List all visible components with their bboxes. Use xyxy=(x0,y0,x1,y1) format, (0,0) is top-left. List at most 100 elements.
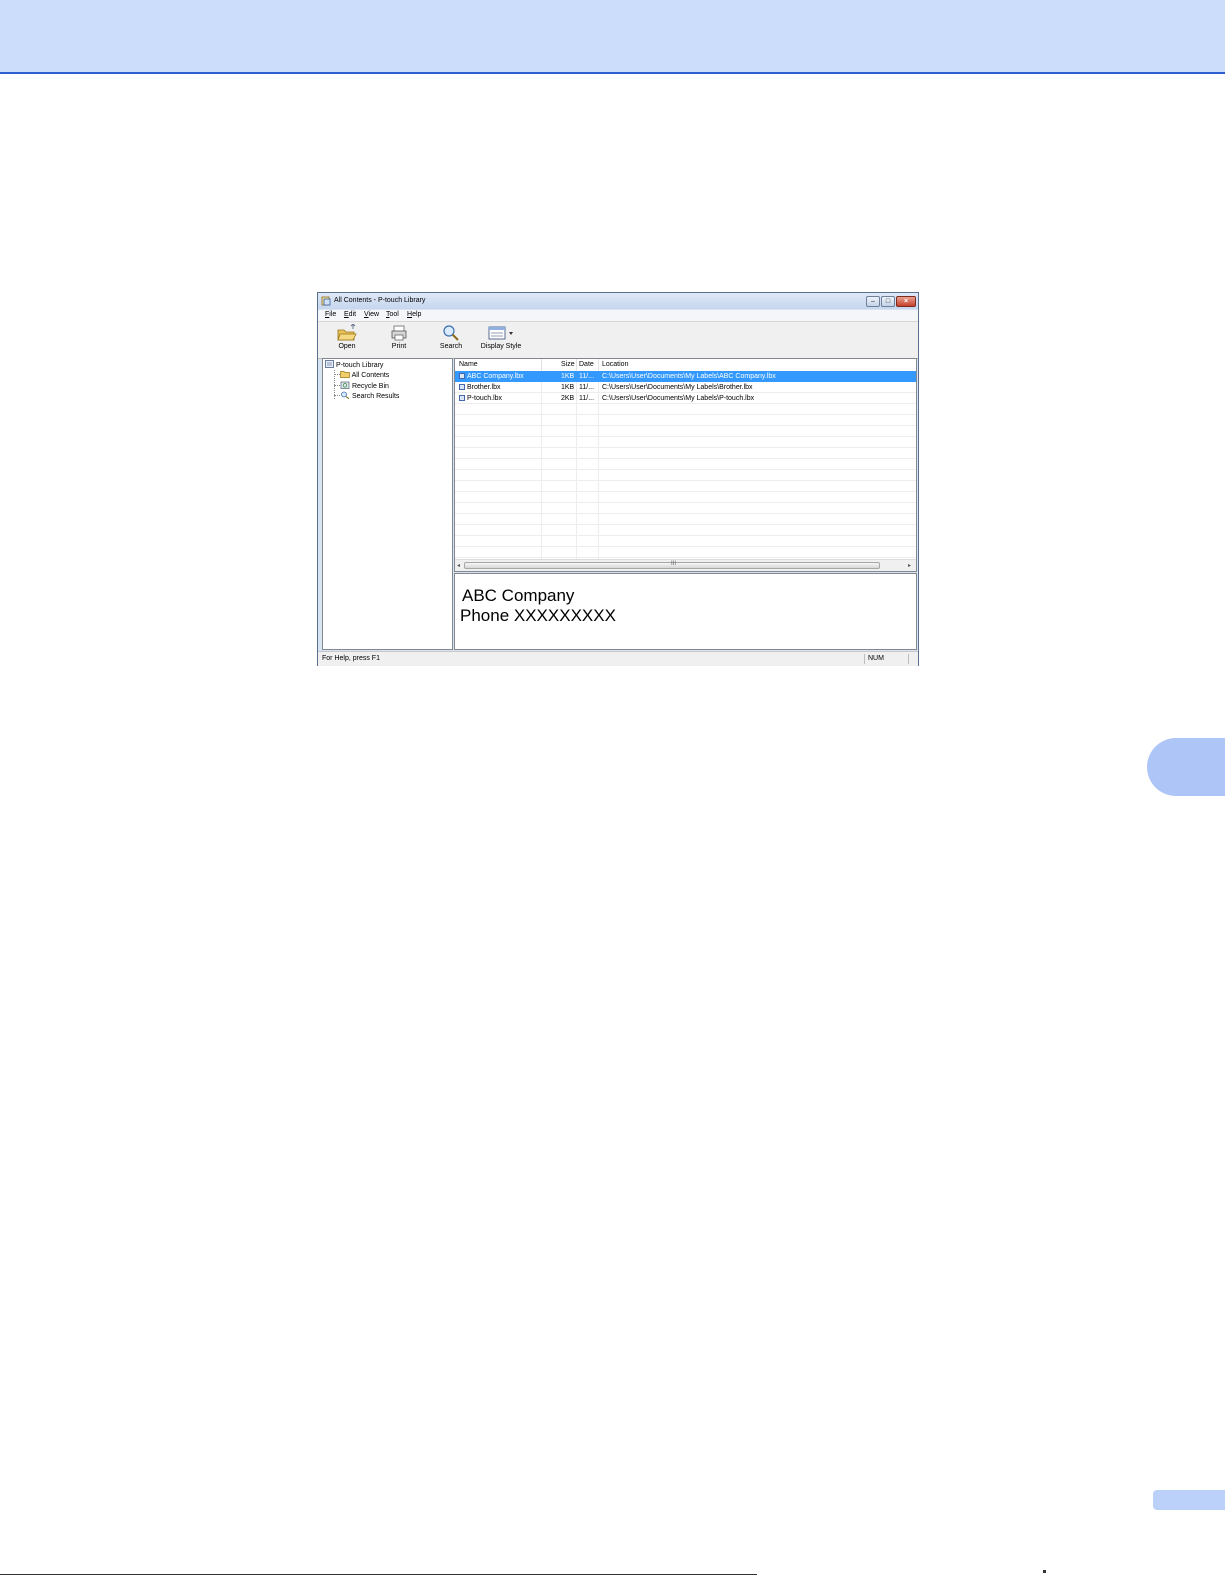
recycle-bin-icon xyxy=(340,381,350,389)
open-folder-icon xyxy=(337,324,357,341)
grid-line xyxy=(455,414,916,415)
cell-location: C:\Users\User\Documents\My Labels\P-touc… xyxy=(602,395,755,402)
title-bar[interactable]: All Contents - P-touch Library – □ × xyxy=(318,293,918,309)
grid-line xyxy=(455,469,916,470)
tree-item-label: All Contents xyxy=(351,372,390,379)
search-icon xyxy=(341,391,350,400)
page-header-band xyxy=(0,0,1225,74)
menu-view[interactable]: View xyxy=(364,311,379,318)
maximize-button[interactable]: □ xyxy=(881,296,895,307)
preview-line-1: ABC Company xyxy=(462,586,575,605)
window-title: All Contents - P-touch Library xyxy=(334,297,426,304)
grid-line xyxy=(455,513,916,514)
label-preview: ABC Company Phone XXXXXXXXX xyxy=(454,573,917,650)
scroll-grip: III xyxy=(671,561,677,567)
grid-line xyxy=(455,502,916,503)
file-list: Name Size Date Location ABC Company.lbx … xyxy=(454,358,917,572)
cell-name: ABC Company.lbx xyxy=(467,373,524,380)
toolbar: Open Print Search Display Style xyxy=(318,321,918,359)
menu-edit[interactable]: Edit xyxy=(344,311,356,318)
footer-rule xyxy=(0,1574,757,1575)
close-icon: × xyxy=(903,298,909,305)
cell-size: 2KB xyxy=(561,395,575,402)
column-header-name[interactable]: Name xyxy=(459,359,478,370)
grid-line xyxy=(455,480,916,481)
cell-date: 11/... xyxy=(579,395,595,402)
grid-line xyxy=(455,458,916,459)
table-row[interactable]: ABC Company.lbx 1KB 11/... C:\Users\User… xyxy=(455,371,916,382)
column-header-location[interactable]: Location xyxy=(602,359,628,370)
grid-line xyxy=(455,491,916,492)
dropdown-arrow-icon xyxy=(509,332,513,335)
open-label: Open xyxy=(338,343,356,350)
status-help-text: For Help, press F1 xyxy=(322,655,380,662)
resize-grip[interactable] xyxy=(908,654,917,664)
tree-item-recycle-bin[interactable]: Recycle Bin xyxy=(340,381,389,390)
footer-mark xyxy=(1043,1570,1046,1573)
scroll-left-icon[interactable]: ◂ xyxy=(457,562,460,569)
printer-icon xyxy=(391,325,407,341)
tree-root-label: P-touch Library xyxy=(335,362,384,369)
print-label: Print xyxy=(391,343,407,350)
tree-item-search-results[interactable]: Search Results xyxy=(340,391,399,400)
search-label: Search xyxy=(439,343,463,350)
cell-date: 11/... xyxy=(579,373,595,380)
cell-location: C:\Users\User\Documents\My Labels\Brothe… xyxy=(602,384,753,391)
search-icon xyxy=(443,325,459,341)
menu-tool[interactable]: Tool xyxy=(386,311,399,318)
chapter-side-tab xyxy=(1147,738,1225,796)
num-lock-indicator: NUM xyxy=(864,654,912,664)
cell-date: 11/... xyxy=(579,384,595,391)
menu-bar: File Edit View Tool Help xyxy=(318,310,918,321)
cell-size: 1KB xyxy=(561,384,575,391)
display-style-label: Display Style xyxy=(480,343,522,350)
library-icon xyxy=(325,360,334,368)
minimize-icon: – xyxy=(871,298,875,305)
column-header-size[interactable]: Size xyxy=(561,359,575,370)
grid-line xyxy=(455,524,916,525)
cell-size: 1KB xyxy=(561,373,575,380)
tree-root[interactable]: P-touch Library xyxy=(325,360,383,369)
scroll-thumb[interactable]: III xyxy=(464,561,880,569)
menu-help[interactable]: Help xyxy=(407,311,421,318)
menu-file[interactable]: File xyxy=(325,311,336,318)
grid-line xyxy=(455,546,916,547)
grid-line xyxy=(455,535,916,536)
tree-item-all-contents[interactable]: All Contents xyxy=(340,370,389,379)
folder-icon xyxy=(340,371,350,378)
preview-line-2: Phone XXXXXXXXX xyxy=(460,606,616,625)
print-button[interactable]: Print xyxy=(388,324,410,356)
open-button[interactable]: Open xyxy=(334,324,360,356)
column-header-date[interactable]: Date xyxy=(579,359,594,370)
app-icon xyxy=(321,296,331,306)
page-number-tab xyxy=(1153,1490,1225,1510)
table-row[interactable]: P-touch.lbx 2KB 11/... C:\Users\User\Doc… xyxy=(455,393,916,404)
file-checkbox[interactable] xyxy=(459,395,465,401)
maximize-icon: □ xyxy=(885,298,891,305)
column-separator xyxy=(576,359,577,370)
file-checkbox[interactable] xyxy=(459,384,465,390)
tree-item-label: Search Results xyxy=(351,393,400,400)
p-touch-library-window: All Contents - P-touch Library – □ × Fil… xyxy=(317,292,919,666)
cell-name: P-touch.lbx xyxy=(467,395,503,402)
display-style-icon xyxy=(488,326,513,340)
grid-line xyxy=(455,425,916,426)
tree-item-label: Recycle Bin xyxy=(351,383,389,390)
cell-name: Brother.lbx xyxy=(467,384,501,391)
file-checkbox[interactable] xyxy=(459,373,465,379)
grid-line xyxy=(455,557,916,558)
grid-line xyxy=(455,447,916,448)
search-button[interactable]: Search xyxy=(438,324,464,356)
minimize-button[interactable]: – xyxy=(866,296,880,307)
table-row[interactable]: Brother.lbx 1KB 11/... C:\Users\User\Doc… xyxy=(455,382,916,393)
cell-location: C:\Users\User\Documents\My Labels\ABC Co… xyxy=(602,373,776,380)
column-separator xyxy=(598,359,599,370)
display-style-button[interactable]: Display Style xyxy=(480,324,522,356)
grid-line xyxy=(455,436,916,437)
scroll-right-icon[interactable]: ▸ xyxy=(908,562,911,569)
status-bar: For Help, press F1 NUM xyxy=(318,651,918,666)
column-separator xyxy=(541,359,542,370)
horizontal-scrollbar[interactable]: ◂ III ▸ xyxy=(455,559,916,571)
close-button[interactable]: × xyxy=(896,296,916,307)
library-tree: P-touch Library All Contents Recycle Bin… xyxy=(322,358,453,650)
